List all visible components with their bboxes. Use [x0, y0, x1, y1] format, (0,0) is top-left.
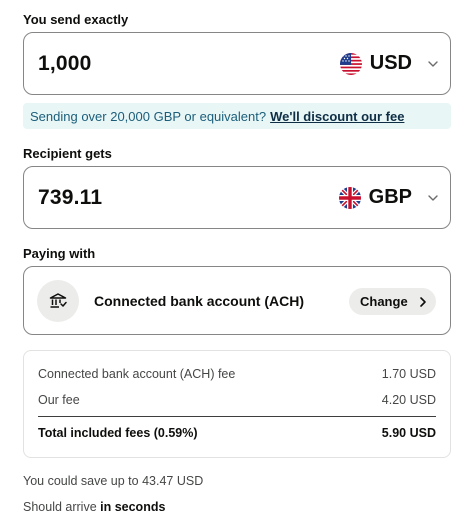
fees-divider [38, 416, 436, 417]
chevron-right-icon [419, 296, 426, 307]
fee-value: 4.20 USD [381, 393, 436, 407]
fee-label: Connected bank account (ACH) fee [38, 367, 236, 381]
receive-amount-field[interactable]: 739.11 GBP [23, 166, 451, 229]
fee-row-total: Total included fees (0.59%) 5.90 USD [38, 426, 436, 440]
send-label: You send exactly [23, 12, 129, 27]
bank-icon [49, 293, 67, 308]
us-flag-icon [339, 52, 362, 75]
arrival-time: in seconds [100, 500, 166, 514]
total-fee-value: 5.90 USD [381, 426, 436, 440]
chevron-down-icon [428, 194, 438, 201]
send-amount-input[interactable]: 1,000 [38, 52, 92, 76]
change-button-label: Change [360, 294, 408, 309]
chevron-down-icon [428, 60, 438, 67]
receive-label: Recipient gets [23, 146, 112, 161]
paying-with-label: Paying with [23, 246, 96, 261]
send-amount-field[interactable]: 1,000 USD [23, 32, 451, 95]
payment-method-card[interactable]: Connected bank account (ACH) Change [23, 266, 451, 335]
fee-value: 1.70 USD [381, 367, 436, 381]
fee-label: Our fee [38, 393, 80, 407]
change-payment-button[interactable]: Change [349, 288, 436, 315]
uk-flag-icon [338, 186, 361, 209]
discount-fee-link[interactable]: We'll discount our fee [270, 109, 404, 124]
payment-method-name: Connected bank account (ACH) [94, 292, 305, 309]
fee-discount-banner: Sending over 20,000 GBP or equivalent? W… [23, 103, 451, 129]
fees-summary: Connected bank account (ACH) fee 1.70 US… [23, 350, 451, 458]
receive-amount-input[interactable]: 739.11 [38, 186, 102, 210]
bank-icon-container [37, 280, 79, 322]
promo-text: Sending over 20,000 GBP or equivalent? [30, 108, 267, 124]
fee-row-ach: Connected bank account (ACH) fee 1.70 US… [38, 367, 436, 381]
receive-currency-code: GBP [368, 186, 412, 208]
fee-row-our-fee: Our fee 4.20 USD [38, 393, 436, 407]
arrival-prefix: Should arrive [23, 500, 101, 514]
savings-note: You could save up to 43.47 USD [23, 474, 204, 488]
send-currency-selector[interactable]: USD [339, 33, 440, 94]
send-currency-code: USD [369, 52, 412, 74]
total-fee-label: Total included fees (0.59%) [38, 426, 198, 440]
receive-currency-selector[interactable]: GBP [338, 167, 440, 228]
arrival-note: Should arrive in seconds [23, 500, 165, 514]
